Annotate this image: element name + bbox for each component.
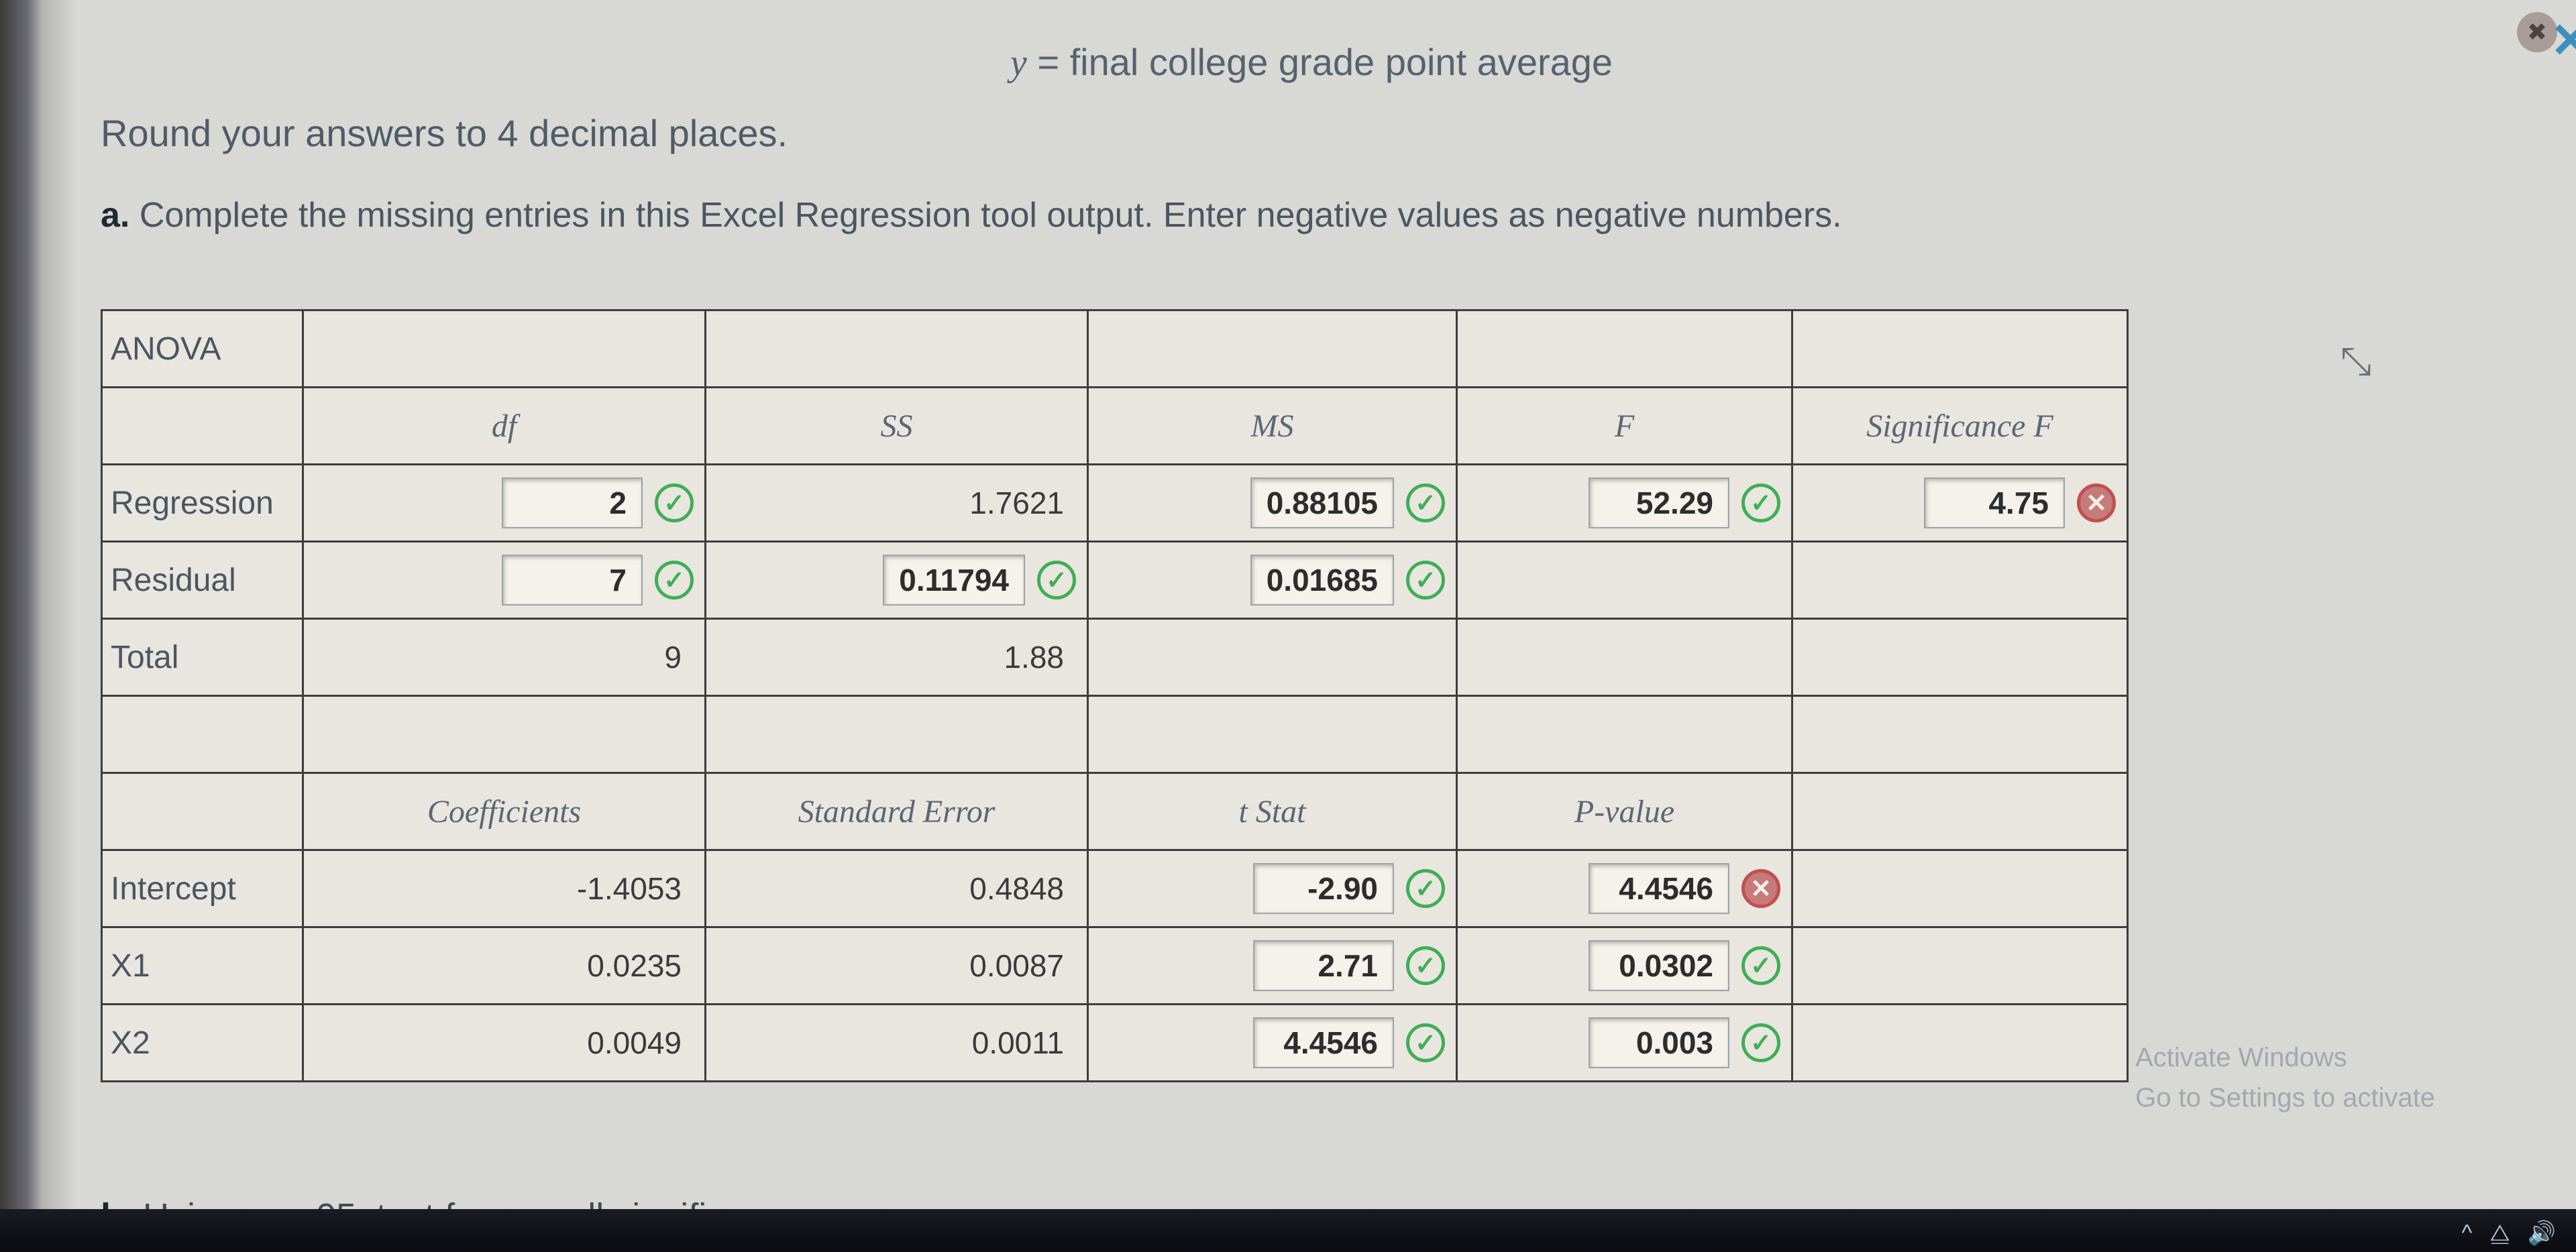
col-se: Standard Error bbox=[706, 773, 1088, 850]
check-icon: ✓ bbox=[1037, 561, 1076, 600]
residual-df-input[interactable]: 7 bbox=[502, 555, 643, 606]
x1-coef: 0.0235 bbox=[587, 948, 694, 984]
anova-title: ANOVA bbox=[102, 310, 303, 388]
row-regression: Regression 2 ✓ 1.7621 0.88105 ✓ 52.29 ✓ 4.7… bbox=[102, 465, 2128, 542]
x-icon: ✕ bbox=[1741, 869, 1780, 908]
intercept-t-input[interactable]: -2.90 bbox=[1253, 863, 1394, 914]
x2-coef: 0.0049 bbox=[587, 1025, 694, 1061]
windows-watermark: Activate Windows Go to Settings to activ… bbox=[2135, 1037, 2435, 1118]
row-x1: X1 0.0235 0.0087 2.71 ✓ 0.0302 ✓ bbox=[102, 927, 2128, 1005]
x2-se: 0.0011 bbox=[972, 1025, 1076, 1061]
intercept-se: 0.4848 bbox=[969, 870, 1076, 907]
total-df: 9 bbox=[664, 639, 694, 675]
tray-caret-icon[interactable]: ^ bbox=[2461, 1220, 2472, 1247]
col-df: df bbox=[303, 388, 706, 465]
row-x2: X2 0.0049 0.0011 4.4546 ✓ 0.003 ✓ bbox=[102, 1005, 2128, 1082]
col-ms: MS bbox=[1088, 388, 1457, 465]
check-icon: ✓ bbox=[655, 483, 694, 522]
check-icon: ✓ bbox=[1741, 483, 1780, 522]
question-content: y = final college grade point average Ro… bbox=[101, 40, 2522, 1082]
anova-table: ANOVA df SS MS F Significance F Regressi… bbox=[101, 309, 2129, 1082]
x2-t-input[interactable]: 4.4546 bbox=[1253, 1017, 1394, 1068]
tray-sound-icon[interactable]: 🔊 bbox=[2528, 1220, 2556, 1247]
row-residual: Residual 7 ✓ 0.11794 ✓ 0.01685 ✓ bbox=[102, 542, 2128, 619]
check-icon: ✓ bbox=[1406, 869, 1445, 908]
check-icon: ✓ bbox=[1406, 946, 1445, 985]
x1-label: X1 bbox=[102, 927, 303, 1005]
col-coef: Coefficients bbox=[303, 773, 706, 850]
intercept-coef: -1.4053 bbox=[577, 870, 694, 907]
check-icon: ✓ bbox=[1406, 1023, 1445, 1062]
col-f: F bbox=[1457, 388, 1792, 465]
x2-p-input[interactable]: 0.003 bbox=[1589, 1017, 1729, 1068]
check-icon: ✓ bbox=[1406, 561, 1445, 600]
panel-x-icon[interactable]: ✕ bbox=[2551, 12, 2576, 68]
equation-text: = final college grade point average bbox=[1027, 41, 1613, 83]
part-a-instruction: a. Complete the missing entries in this … bbox=[101, 195, 2522, 235]
x1-t-input[interactable]: 2.71 bbox=[1253, 940, 1394, 991]
row-total: Total 9 1.88 bbox=[102, 619, 2128, 696]
regression-f-input[interactable]: 52.29 bbox=[1589, 477, 1729, 528]
x2-label: X2 bbox=[102, 1005, 303, 1082]
check-icon: ✓ bbox=[1741, 1023, 1780, 1062]
regression-df-input[interactable]: 2 bbox=[502, 477, 643, 528]
check-icon: ✓ bbox=[1741, 946, 1780, 985]
system-tray[interactable]: ^ ⧋ 🔊 bbox=[2461, 1220, 2556, 1247]
equation-line: y = final college grade point average bbox=[101, 40, 2522, 84]
intercept-label: Intercept bbox=[102, 850, 303, 927]
total-ss: 1.88 bbox=[1004, 639, 1076, 675]
check-icon: ✓ bbox=[655, 561, 694, 600]
taskbar[interactable]: ^ ⧋ 🔊 bbox=[0, 1209, 2576, 1252]
watermark-line2: Go to Settings to activate bbox=[2135, 1078, 2435, 1118]
part-a-text: Complete the missing entries in this Exc… bbox=[129, 196, 1841, 235]
regression-ss: 1.7621 bbox=[969, 485, 1076, 521]
col-pval: P-value bbox=[1457, 773, 1792, 850]
check-icon: ✓ bbox=[1406, 483, 1445, 522]
x-icon: ✕ bbox=[2077, 483, 2116, 522]
col-sigf: Significance F bbox=[1792, 388, 2128, 465]
residual-ss-input[interactable]: 0.11794 bbox=[883, 555, 1025, 606]
regression-label: Regression bbox=[102, 465, 303, 542]
round-instruction: Round your answers to 4 decimal places. bbox=[101, 111, 2522, 155]
regression-sigf-input[interactable]: 4.75 bbox=[1924, 477, 2065, 528]
residual-label: Residual bbox=[102, 542, 303, 619]
col-tstat: t Stat bbox=[1088, 773, 1457, 850]
watermark-line1: Activate Windows bbox=[2135, 1037, 2435, 1078]
regression-ms-input[interactable]: 0.88105 bbox=[1250, 477, 1394, 528]
residual-ms-input[interactable]: 0.01685 bbox=[1250, 555, 1394, 606]
intercept-p-input[interactable]: 4.4546 bbox=[1589, 863, 1729, 914]
x1-p-input[interactable]: 0.0302 bbox=[1589, 940, 1729, 991]
total-label: Total bbox=[102, 619, 303, 696]
part-a-label: a. bbox=[101, 196, 129, 235]
tray-wifi-icon[interactable]: ⧋ bbox=[2489, 1220, 2510, 1247]
row-intercept: Intercept -1.4053 0.4848 -2.90 ✓ 4.4546 ✕ bbox=[102, 850, 2128, 927]
equation-y: y bbox=[1010, 42, 1027, 84]
x1-se: 0.0087 bbox=[969, 948, 1076, 984]
col-ss: SS bbox=[706, 388, 1088, 465]
bezel-left bbox=[0, 0, 77, 1252]
